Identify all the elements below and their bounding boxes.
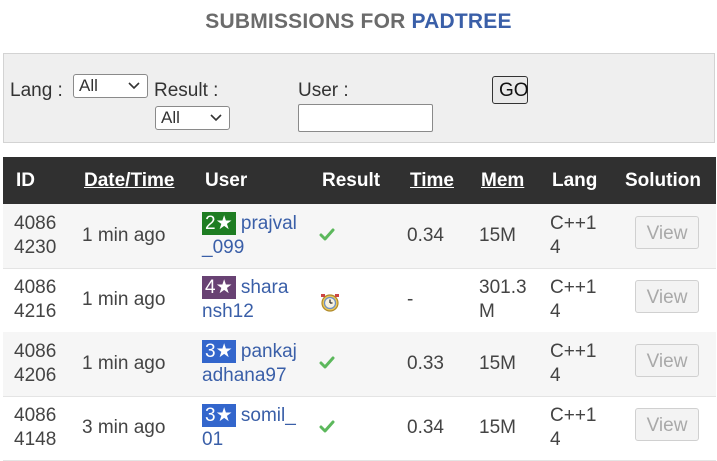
lang-filter-value: All [79,76,98,95]
filter-panel: Lang : All Result : All User : GO [3,53,715,143]
username-link[interactable]: shara [241,277,289,298]
result-filter-select[interactable]: All [155,106,230,130]
lang-filter-select[interactable]: All [73,74,148,98]
check-icon [319,356,335,375]
submission-id: 4086 4216 [14,276,56,324]
column-header-lang: Lang [552,170,598,191]
language: C++1 4 [550,404,596,452]
user-filter-label: User : [298,80,349,101]
username-link[interactable]: _099 [202,236,297,260]
submission-time-ago: 1 min ago [82,289,166,310]
problem-code-link[interactable]: PADTREE [412,10,512,33]
memory-line: M [479,301,495,322]
language-line: 4 [550,429,561,450]
result-filter-label: Result : [154,80,219,101]
language-line: C++1 [550,341,597,362]
user-cell[interactable]: 3★ pankaj adhana97 [202,340,297,388]
user-cell[interactable]: 3★ somil_ 01 [202,404,296,452]
exec-time: 0.33 [407,353,444,374]
username-link[interactable]: 01 [202,428,296,452]
username-link[interactable]: nsh12 [202,300,288,324]
username-link[interactable]: pankaj [241,341,297,362]
lang-filter-label: Lang : [10,80,63,101]
table-row: 4086 4216 1 min ago 4★ shara nsh12 - 301.3 M C++… [3,268,716,333]
language-line: C++1 [550,405,597,426]
submission-id-line: 4086 [14,277,57,298]
language-line: C++1 [550,277,597,298]
go-button[interactable]: GO [492,76,529,104]
submission-id-line: 4086 [14,341,57,362]
submissions-table: ID Date/Time User Result Time Mem Lang S… [3,157,716,461]
submission-id: 4086 4230 [14,212,56,260]
column-header-time[interactable]: Time [410,170,454,192]
memory-line: 15M [479,225,516,246]
memory-line: 15M [479,417,516,438]
star-rating-badge: 3★ [202,340,236,363]
exec-time: - [407,289,414,310]
page-title: SUBMISSIONS FOR PADTREE [0,10,717,34]
table-row: 4086 4206 1 min ago 3★ pankaj adhana97 0.33 15… [3,332,716,397]
submission-time-ago: 1 min ago [82,353,166,374]
language: C++1 4 [550,340,596,388]
result-filter-value: All [161,108,180,127]
memory-usage: 301.3 M [479,276,527,324]
username-link[interactable]: adhana97 [202,364,297,388]
star-rating-badge: 4★ [202,276,236,299]
submission-time-ago: 1 min ago [82,225,166,246]
star-rating-badge: 2★ [202,212,236,235]
language: C++1 4 [550,276,596,324]
memory-line: 301.3 [479,277,527,298]
column-header-user: User [205,170,248,191]
star-rating-badge: 3★ [202,404,236,427]
column-header-solution: Solution [625,170,701,191]
view-solution-button[interactable]: View [635,408,699,441]
view-solution-button[interactable]: View [635,216,699,249]
submission-id-line: 4086 [14,213,57,234]
submission-id-line: 4148 [14,429,57,450]
user-filter-input[interactable] [298,104,433,132]
language-line: 4 [550,301,561,322]
language-line: 4 [550,365,561,386]
memory-usage: 15M [479,224,516,248]
language-line: 4 [550,237,561,258]
chevron-down-icon [210,114,222,122]
chevron-down-icon [128,82,140,90]
column-header-mem[interactable]: Mem [481,170,524,192]
memory-usage: 15M [479,416,516,440]
memory-usage: 15M [479,352,516,376]
user-cell[interactable]: 4★ shara nsh12 [202,276,288,324]
memory-line: 15M [479,353,516,374]
table-header: ID Date/Time User Result Time Mem Lang S… [3,157,716,204]
exec-time: 0.34 [407,417,444,438]
running-clock-icon [319,292,341,319]
check-icon [319,228,335,247]
submission-id-line: 4216 [14,301,57,322]
language: C++1 4 [550,212,596,260]
view-solution-button[interactable]: View [635,280,699,313]
column-header-result: Result [322,170,381,191]
language-line: C++1 [550,213,597,234]
check-icon [319,420,335,439]
submission-id-line: 4206 [14,365,57,386]
username-link[interactable]: prajval [241,213,297,234]
submission-id-line: 4230 [14,237,57,258]
submission-id-line: 4086 [14,405,57,426]
page-title-prefix: SUBMISSIONS FOR [205,10,412,33]
submission-time-ago: 3 min ago [82,417,166,438]
exec-time: 0.34 [407,225,444,246]
view-solution-button[interactable]: View [635,344,699,377]
table-row: 4086 4230 1 min ago 2★ prajval _099 0.34 15M C+… [3,204,716,269]
submission-id: 4086 4206 [14,340,56,388]
table-row: 4086 4148 3 min ago 3★ somil_ 01 0.34 15M C++1 4… [3,396,716,461]
column-header-id: ID [16,170,35,191]
username-link[interactable]: somil_ [241,405,296,426]
column-header-datetime[interactable]: Date/Time [84,170,174,192]
user-cell[interactable]: 2★ prajval _099 [202,212,297,260]
submission-id: 4086 4148 [14,404,56,452]
